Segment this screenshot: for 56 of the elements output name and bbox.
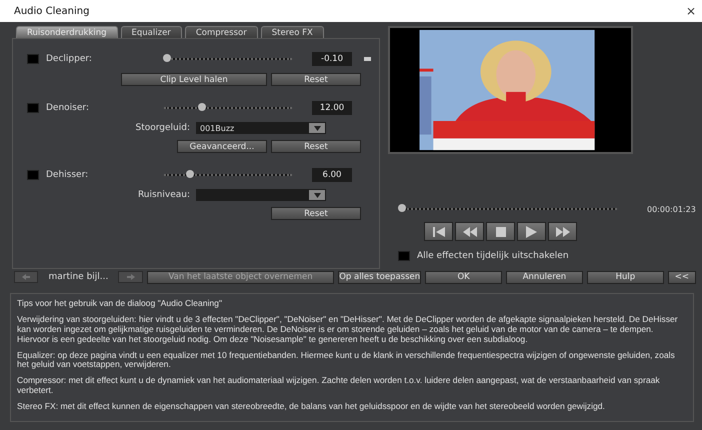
effect-button[interactable]: Reset <box>271 140 361 153</box>
checkbox[interactable] <box>27 54 39 64</box>
tab[interactable]: Equalizer <box>120 26 182 38</box>
time-readout: 00:00:01:23 <box>647 204 696 214</box>
window-title: Audio Cleaning <box>14 6 90 16</box>
slider-thumb[interactable] <box>198 103 206 111</box>
tab[interactable]: Stereo FX <box>260 26 324 38</box>
slider-thumb[interactable] <box>186 170 194 178</box>
effect-label: Declipper: <box>46 54 93 64</box>
dialog-button[interactable]: Hulp <box>586 270 664 284</box>
value-field[interactable]: -0.10 <box>312 52 352 66</box>
tab[interactable]: Compressor <box>184 26 258 38</box>
caret-icon <box>314 192 320 198</box>
dropdown[interactable] <box>196 189 326 201</box>
right-arrow-icon <box>126 274 135 280</box>
checkbox[interactable] <box>398 251 410 261</box>
dialog-button[interactable]: Op alles toepassen <box>338 270 422 284</box>
value-field[interactable]: 12.00 <box>312 101 352 115</box>
skip-start-icon <box>432 226 444 236</box>
effect-button[interactable]: Geavanceerd... <box>177 140 267 153</box>
fast-forward-icon <box>556 226 570 236</box>
tip-paragraph: Stereo FX: met dit effect kunnen de eigenschappen van stereobreedte, de balans van het geluidsspoor en de wijdte van het stereobeeld worden gewijzigd. <box>17 402 606 412</box>
dropdown-label: Stoorgeluid: <box>136 123 190 133</box>
value-field[interactable]: 6.00 <box>312 168 352 182</box>
skip-start-button[interactable] <box>424 222 453 241</box>
clip-level-button[interactable]: Clip Level halen <box>121 73 267 86</box>
dialog-button[interactable]: Annuleren <box>506 270 583 284</box>
tip-paragraph: Tips voor het gebruik van de dialoog "Audio Cleaning" <box>17 299 223 309</box>
tip-paragraph: Verwijdering van stoorgeluiden: hier vindt u de 3 effecten "DeClipper", "DeNoiser" en "DeHisser". Met de DeClipper worden de afgekapte signaalpieken hersteld. De DeHisser kan worden ingezet om gelijkmatige ruisgeluiden te verminderen. De DeNoiser is er om storende geluiden – zoals het geluid van de motor van de camera – te dempen. Hiervoor is een gedeelte van het stoorgeluid nodig. Om deze "Noisesample" te genereren heeft u de beschikking over een subdialoog. <box>17 314 679 344</box>
dialog-button[interactable]: << <box>668 270 696 284</box>
tab[interactable]: Ruisonderdrukking <box>16 26 118 38</box>
play-icon <box>526 226 537 238</box>
slider-thumb[interactable] <box>162 54 171 62</box>
position-thumb[interactable] <box>398 204 406 212</box>
fast-forward-button[interactable] <box>548 222 577 241</box>
object-name: martine bijl... <box>48 272 108 282</box>
checkbox[interactable] <box>27 103 39 113</box>
dropdown[interactable]: 001Buzz <box>196 122 326 134</box>
effect-button[interactable]: Reset <box>271 207 361 220</box>
left-arrow-icon <box>22 274 30 280</box>
tip-paragraph: Equalizer: op deze pagina vindt u een equalizer met 10 frequentiebanden. Hiermee kunt u de klank in verschillende frequentiespectra wijzigen of ongewenste geluiden, zoals het geluid van voetstappen, verwijderen. <box>17 350 676 370</box>
stop-button[interactable] <box>486 222 515 241</box>
checkbox-label: Alle effecten tijdelijk uitschakelen <box>417 251 569 261</box>
tip-paragraph: Compressor: met dit effect kunt u de dynamiek van het audiomateriaal wijzigen. Zachte delen worden t.o.v. luidere delen aangepast, wat de verstaanbaarheid van spraak verbetert. <box>17 376 661 396</box>
dropdown-label: Ruisniveau: <box>138 190 190 200</box>
effect-button[interactable]: Reset <box>271 73 361 86</box>
stop-icon <box>496 226 506 236</box>
effect-label: Denoiser: <box>46 103 90 113</box>
checkbox[interactable] <box>27 170 39 180</box>
dialog-button[interactable]: OK <box>425 270 502 284</box>
play-button[interactable] <box>517 222 546 241</box>
close-button[interactable]: × <box>686 4 696 18</box>
effect-label: Dehisser: <box>46 170 90 180</box>
rewind-button[interactable] <box>455 222 484 241</box>
caret-icon <box>314 126 320 130</box>
rewind-icon <box>462 226 476 236</box>
